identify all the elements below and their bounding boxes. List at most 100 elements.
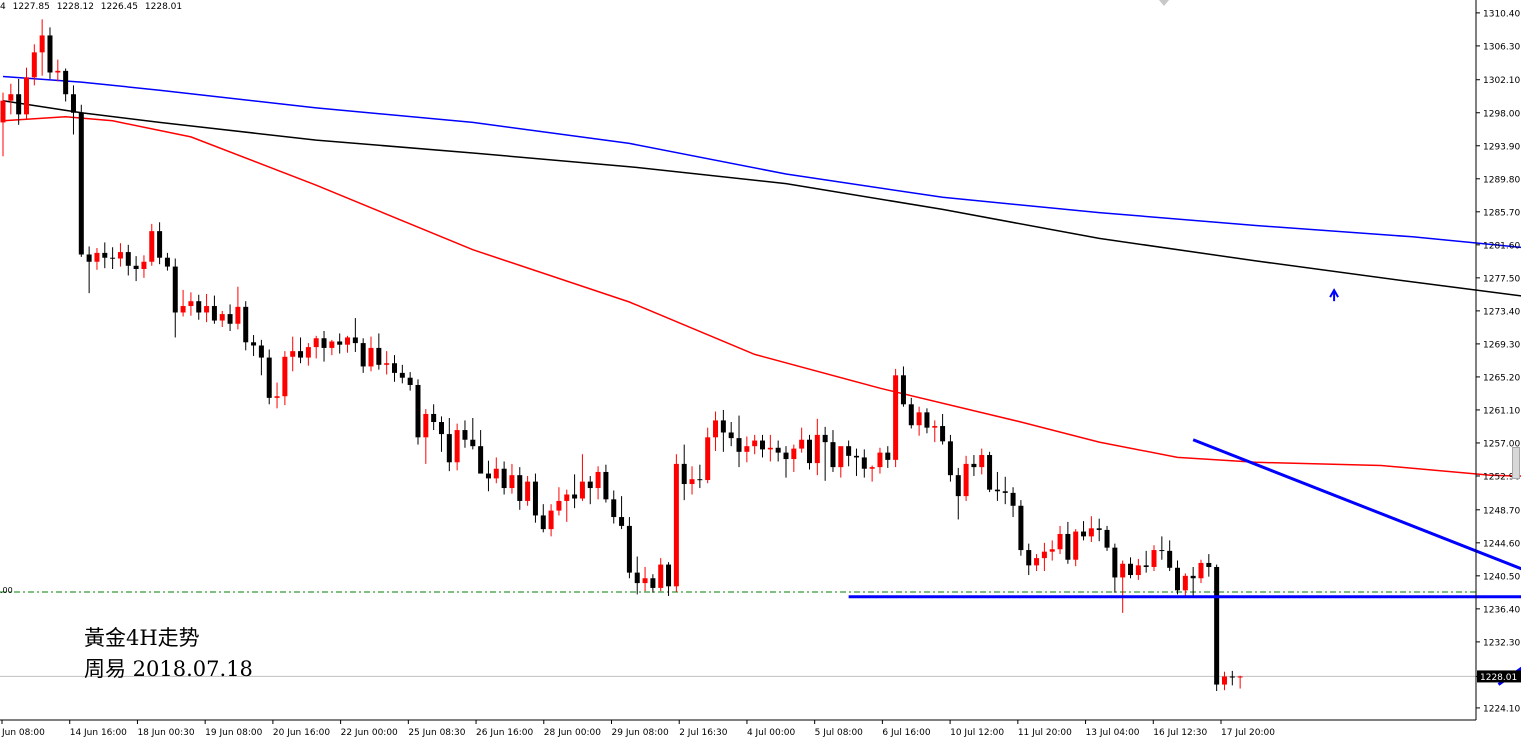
candle	[258, 339, 264, 376]
candle-body	[509, 475, 515, 489]
y-tick-label: 1236.40	[1483, 605, 1520, 615]
candle	[971, 455, 977, 476]
candle-body	[1198, 562, 1204, 579]
chart-window[interactable]: 1310.40 1306.30 1302.10 1298.00 1293.90 1289.…	[0, 0, 1521, 740]
candle-body	[1010, 492, 1016, 506]
candle-body	[556, 500, 562, 511]
candle-body	[752, 440, 758, 447]
candle	[697, 464, 703, 489]
x-tick-label: 18 Jun 00:30	[137, 728, 194, 738]
candle	[290, 336, 296, 372]
candle	[532, 473, 538, 523]
candle-body	[454, 430, 460, 463]
candle	[243, 301, 249, 351]
candle-body	[877, 452, 883, 468]
candle-body	[423, 413, 429, 438]
candle	[947, 434, 953, 482]
candle	[321, 331, 327, 362]
candle	[23, 67, 29, 120]
candle	[1175, 560, 1180, 595]
candle-body	[313, 338, 319, 348]
candle-body	[548, 510, 554, 530]
y-tick-label: 1240.50	[1483, 572, 1520, 582]
candle	[164, 252, 170, 271]
candle-body	[0, 100, 6, 123]
candle	[149, 223, 155, 266]
candle-body	[947, 441, 953, 476]
candle	[900, 366, 906, 407]
candle	[235, 286, 241, 330]
candle	[47, 27, 53, 79]
candle-body	[587, 481, 593, 489]
candle	[39, 19, 45, 76]
candle	[846, 440, 852, 467]
ohlc-close: 1228.01	[144, 2, 183, 12]
candle	[493, 457, 499, 484]
candle	[125, 244, 131, 276]
candle	[853, 448, 859, 476]
candle	[110, 247, 116, 269]
candle-body	[658, 564, 664, 588]
candle	[791, 444, 797, 472]
candle	[1229, 670, 1235, 686]
y-tick-label: 1298.00	[1483, 109, 1520, 119]
candle-body	[501, 468, 507, 489]
candle-body	[853, 455, 859, 458]
candle-body	[415, 384, 421, 438]
candle	[1065, 521, 1071, 564]
candle	[626, 517, 632, 579]
candle	[587, 475, 593, 505]
candle	[282, 351, 288, 406]
candle-body	[525, 481, 531, 501]
candle	[188, 292, 194, 316]
candle	[337, 333, 343, 354]
candle	[78, 104, 84, 257]
candle	[180, 289, 186, 317]
candle-body	[282, 356, 288, 397]
candle-body	[940, 426, 946, 442]
candle	[117, 243, 123, 267]
chart-shift-marker[interactable]	[1159, 0, 1169, 6]
candle-body	[1026, 550, 1032, 566]
current-price-label: 1228.01	[1480, 673, 1517, 683]
candle-body	[869, 467, 875, 469]
candle	[619, 496, 625, 530]
candle-body	[885, 452, 891, 460]
projection-path	[1497, 666, 1521, 686]
candle	[438, 416, 444, 452]
candle-body	[258, 345, 264, 358]
candle-body	[298, 351, 304, 358]
candle	[313, 335, 319, 359]
candle-body	[955, 475, 961, 497]
candle	[728, 422, 734, 447]
candle	[822, 426, 828, 481]
candle	[1214, 564, 1220, 692]
candle	[501, 461, 507, 495]
candle	[1034, 554, 1040, 572]
candle-body	[470, 439, 476, 447]
candle	[8, 83, 14, 115]
candle	[446, 417, 452, 472]
candle-body	[1167, 550, 1173, 568]
candle	[219, 310, 225, 327]
candle	[572, 474, 578, 509]
candle	[407, 372, 413, 391]
y-tick-label: 1269.30	[1483, 340, 1520, 350]
candle	[368, 336, 374, 372]
ohlc-low: 1226.45	[100, 2, 139, 12]
candle-body	[164, 257, 170, 267]
moving-average-line-2	[2, 99, 1521, 297]
y-tick-label: 1293.90	[1483, 142, 1520, 152]
y-tick-label: 1310.40	[1483, 9, 1520, 19]
candle	[775, 440, 781, 462]
y-tick-label: 1248.70	[1483, 506, 1520, 516]
price-chart[interactable]: 1310.40 1306.30 1302.10 1298.00 1293.90 1289.…	[0, 0, 1521, 740]
candle-body	[908, 404, 914, 426]
candle-body	[783, 452, 789, 460]
candle-body	[626, 525, 632, 573]
scale-handle[interactable]	[1512, 447, 1520, 479]
candle-body	[1002, 491, 1008, 493]
ohlc-header: 4 1227.85 1228.12 1226.45 1228.01	[0, 2, 186, 12]
candle	[1104, 525, 1110, 551]
candle	[650, 574, 656, 593]
